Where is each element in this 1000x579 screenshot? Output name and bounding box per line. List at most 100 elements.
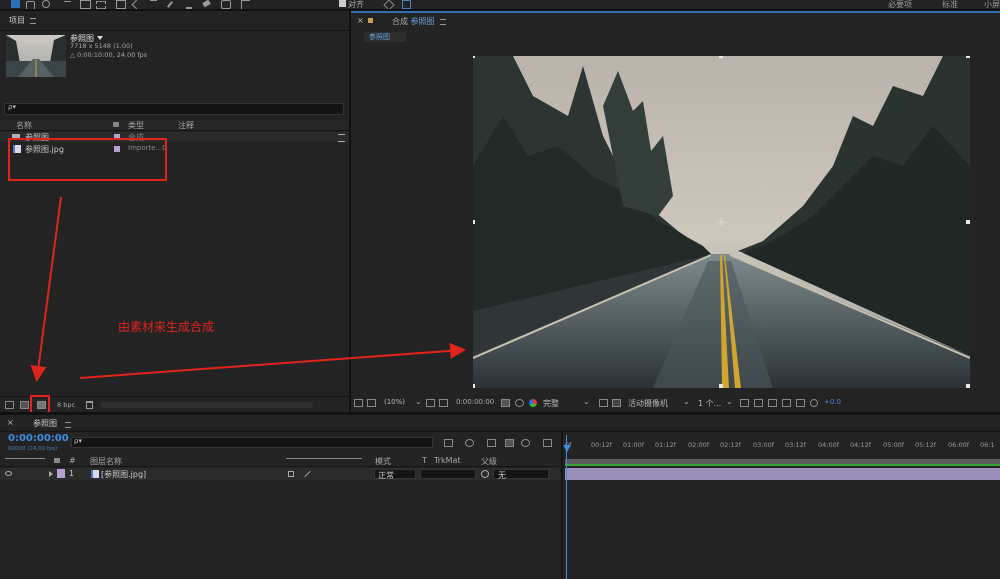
chevron-down-icon[interactable]: ⌄ <box>683 397 690 406</box>
column-type[interactable]: 类型 <box>128 120 144 131</box>
shy-switch-icon[interactable] <box>288 471 294 477</box>
column-parent: 父级 <box>481 457 497 466</box>
annotation-caption: 由素材来生成合成 <box>118 320 215 334</box>
region-of-interest-icon[interactable] <box>599 399 608 407</box>
eraser-tool-icon[interactable] <box>202 0 211 8</box>
close-icon[interactable]: × <box>357 16 364 25</box>
panel-menu-icon[interactable] <box>440 19 446 25</box>
selection-tool-icon[interactable] <box>11 0 20 8</box>
clone-stamp-tool-icon[interactable] <box>186 0 192 9</box>
type-tool-icon[interactable] <box>150 0 157 8</box>
parent-dropdown[interactable]: 无 <box>493 469 549 480</box>
pick-whip-icon[interactable] <box>481 470 489 478</box>
layout-icon[interactable] <box>740 399 749 407</box>
always-preview-icon[interactable] <box>354 399 363 407</box>
exposure-reset-icon[interactable] <box>810 399 818 407</box>
pixel-aspect-icon[interactable] <box>754 399 763 407</box>
work-area-bar-green <box>565 464 1000 466</box>
column-trkmat: TrkMat <box>434 456 461 465</box>
close-icon[interactable]: × <box>7 418 14 427</box>
graph-editor-icon[interactable] <box>543 439 552 447</box>
comp-flowchart-icon[interactable] <box>444 439 453 447</box>
fit-frame-icon[interactable] <box>426 399 435 407</box>
time-ruler[interactable]: 0f 00:12f 01:00f 01:12f 02:00f 02:12f 03… <box>563 441 1000 453</box>
interpret-footage-icon[interactable] <box>5 401 14 409</box>
shy-layers-icon[interactable] <box>487 439 496 447</box>
snap-option-icon-2[interactable] <box>402 0 411 9</box>
zoom-tool-icon[interactable] <box>42 0 50 8</box>
playhead-handle[interactable] <box>563 445 571 452</box>
project-column-header: 名称 类型 注释 <box>0 120 349 131</box>
monitor-icon[interactable] <box>367 399 376 407</box>
puppet-tool-icon[interactable] <box>241 0 250 9</box>
flowchart-icon[interactable] <box>338 134 345 142</box>
expand-triangle-icon[interactable] <box>49 471 53 477</box>
ruler-tick-label: 01:00f <box>623 441 645 449</box>
bit-depth-button[interactable]: 8 bpc <box>57 401 75 409</box>
highlight-box <box>8 138 167 181</box>
camera-tool-icon[interactable] <box>80 0 91 9</box>
ruler-tick-label: 04:12f <box>850 441 872 449</box>
zoom-dropdown[interactable]: (10%) <box>384 398 405 406</box>
panel-menu-icon[interactable] <box>65 422 71 428</box>
panel-menu-icon[interactable] <box>30 18 36 24</box>
current-time-display[interactable]: 0:00:00:00 <box>8 433 69 444</box>
column-name[interactable]: 名称 <box>16 120 32 131</box>
mode-dropdown[interactable]: 正常 <box>374 469 416 480</box>
flowchart-icon[interactable] <box>796 399 805 407</box>
ruler-tick-label: 02:12f <box>720 441 742 449</box>
timeline-tab[interactable]: 参照图 <box>33 418 57 429</box>
fast-preview-icon[interactable] <box>768 399 777 407</box>
camera-dropdown[interactable]: 活动摄像机 <box>628 398 668 409</box>
timeline-search-input[interactable] <box>71 437 433 448</box>
current-time-indicator[interactable] <box>566 435 567 579</box>
column-comment[interactable]: 注释 <box>178 120 194 131</box>
visibility-eye-icon[interactable] <box>5 471 12 476</box>
brush-tool-icon[interactable] <box>166 1 174 8</box>
snapshot-camera-icon[interactable] <box>501 399 510 407</box>
layer-name[interactable]: [参照图.jpg] <box>101 469 146 480</box>
search-icon: ρ▾ <box>8 103 16 111</box>
viewer-toolbar: (10%) ⌄ 0:00:00:00 完整 ⌄ 活动摄像机 ⌄ 1 个... ⌄… <box>351 396 1000 410</box>
show-snapshot-icon[interactable] <box>515 399 524 407</box>
motion-blur-icon[interactable] <box>521 439 530 447</box>
project-panel-tab[interactable]: 项目 <box>9 15 25 26</box>
quality-switch-icon[interactable] <box>304 470 311 478</box>
grid-icon[interactable] <box>439 399 448 407</box>
transparency-grid-icon[interactable] <box>612 399 621 407</box>
frame-blending-icon[interactable] <box>505 439 514 447</box>
rotate-tool-icon[interactable] <box>64 1 71 8</box>
project-scrollbar[interactable] <box>100 402 313 408</box>
viewer-timecode[interactable]: 0:00:00:00 <box>456 398 494 406</box>
snap-checkbox[interactable] <box>339 0 346 7</box>
label-tag-icon[interactable] <box>113 122 119 127</box>
layer-duration-bar[interactable] <box>565 468 1000 480</box>
chevron-down-icon[interactable]: ⌄ <box>583 397 590 406</box>
timeline-icon[interactable] <box>782 399 791 407</box>
column-layer-name[interactable]: 图层名称 <box>90 456 122 467</box>
color-channel-icon[interactable] <box>529 399 537 407</box>
chevron-down-icon[interactable]: ⌄ <box>726 397 733 406</box>
comp-subtab[interactable]: 参照图 <box>364 32 406 42</box>
resolution-dropdown[interactable]: 完整 <box>543 398 559 409</box>
new-folder-icon[interactable] <box>20 401 29 409</box>
trash-icon[interactable] <box>86 401 93 409</box>
pan-behind-tool-icon[interactable] <box>96 1 106 9</box>
chevron-down-icon[interactable] <box>97 36 103 40</box>
layer-switches-header <box>286 458 362 465</box>
rectangle-tool-icon[interactable] <box>116 0 126 9</box>
views-dropdown[interactable]: 1 个... <box>698 398 721 409</box>
label-color-swatch[interactable] <box>57 469 65 478</box>
exposure-value[interactable]: +0.0 <box>824 398 841 406</box>
roto-brush-tool-icon[interactable] <box>221 0 231 9</box>
comp-panel-tab[interactable]: 合成 参照图 <box>392 16 435 27</box>
parent-value: 无 <box>498 471 506 480</box>
chevron-down-icon[interactable]: ⌄ <box>415 397 422 406</box>
top-toolbar: 对齐 必要项 标准 小屏 <box>0 0 1000 11</box>
draft-3d-icon[interactable] <box>465 439 474 447</box>
project-search-input[interactable] <box>4 103 344 115</box>
layer-row[interactable]: 1 [参照图.jpg] 正常 无 <box>0 468 560 480</box>
trkmat-dropdown[interactable] <box>420 469 476 479</box>
comp-tab-prefix: 合成 <box>392 17 408 26</box>
lock-icon[interactable] <box>368 18 373 23</box>
